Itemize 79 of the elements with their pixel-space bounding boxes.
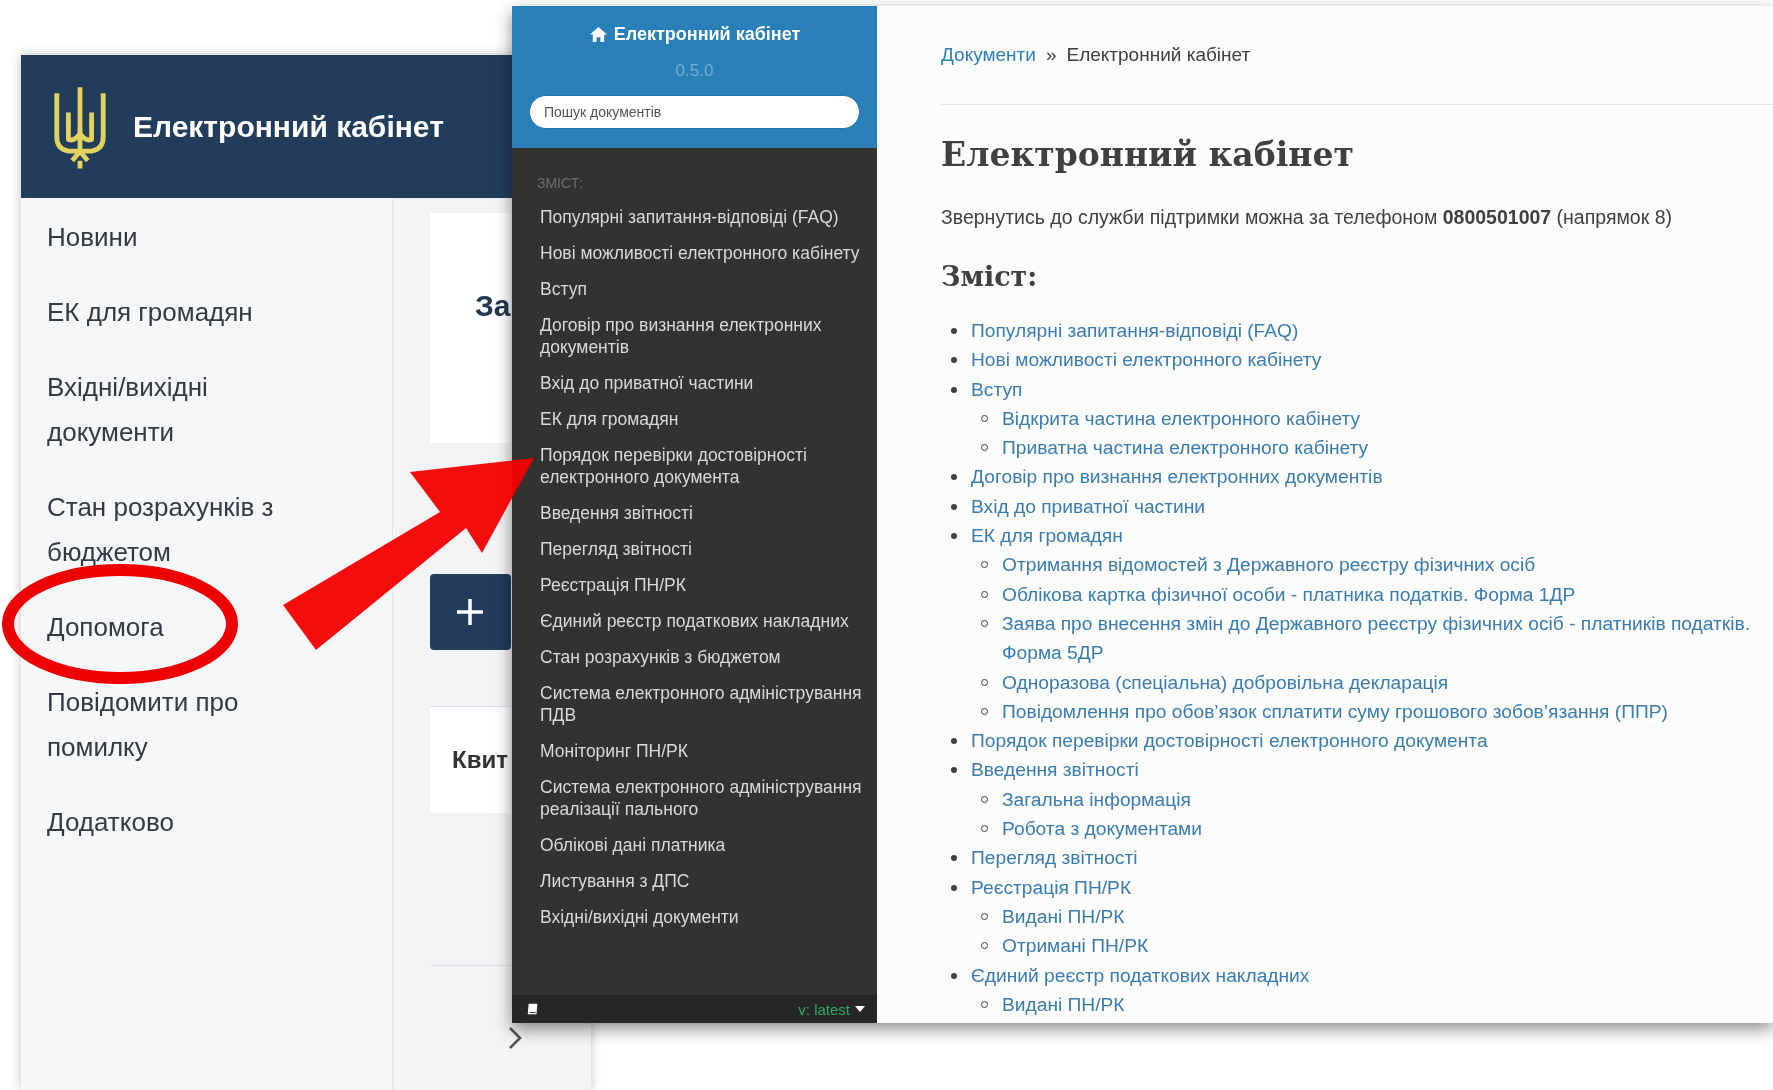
nav-link[interactable]: Нові можливості електронного кабінету [540, 242, 860, 264]
toc-link[interactable]: Робота з документами [1002, 814, 1203, 844]
sidebar-item[interactable]: Додатково [47, 800, 297, 845]
toc-link[interactable]: Отримання відомостей з Державного реєстру фізичних осіб [1002, 550, 1536, 580]
toc-link[interactable]: Договір про визнання електронних документів [971, 462, 1383, 492]
nav-link[interactable]: ЕК для громадян [540, 408, 679, 430]
nav-link[interactable]: Вхідні/вихідні документи [540, 906, 739, 928]
toc-link[interactable]: Видані ПН/РК [1002, 901, 1125, 932]
page-heading: Електронний кабінет [941, 135, 1355, 174]
toc-link[interactable]: Заява про внесення змін до Державного реєстру фізичних осіб - платників податків. Форма 5ДР [1002, 608, 1763, 668]
toc-link[interactable]: Загальна інформація [1002, 784, 1191, 815]
bullet-icon [951, 474, 957, 481]
sidebar-item[interactable]: ЕК для громадян [47, 290, 297, 335]
toc-link[interactable]: ЕК для громадян [971, 521, 1123, 551]
bullet-icon [951, 533, 957, 540]
toc-caption: ЗМІСТ: [536, 175, 585, 193]
breadcrumb-current: Електронний кабінет [1066, 44, 1251, 66]
toc-link[interactable]: Приватна частина електронного кабінету [1002, 433, 1369, 463]
toc-link[interactable]: Перегляд звітності [971, 843, 1138, 873]
toc-link[interactable]: Облікова картка фізичної особи - платника податків. Форма 1ДР [1002, 579, 1576, 609]
breadcrumb-separator: » [1045, 44, 1057, 66]
app-title: Електронний кабінет [133, 109, 444, 144]
sidebar-item[interactable]: Допомога [47, 605, 297, 650]
nav-link[interactable]: Облікові дані платника [540, 834, 726, 856]
bullet-icon [951, 386, 957, 393]
nav-link[interactable]: Листування з ДПС [540, 870, 690, 892]
toc-link[interactable]: Видані ПН/РК [1002, 989, 1125, 1020]
nav-link[interactable]: Єдиний реєстр податкових накладних [540, 610, 849, 632]
plus-icon [455, 597, 485, 627]
nav-link[interactable]: Стан розрахунків з бюджетом [540, 646, 781, 668]
toc-link[interactable]: Введення звітності [971, 755, 1139, 785]
toc-link[interactable]: Реєстрація ПН/РК [971, 872, 1132, 902]
chevron-right-icon[interactable] [508, 1026, 522, 1050]
nav-link[interactable]: Перегляд звітності [540, 538, 692, 560]
toc-link[interactable]: Вхід до приватної частини [971, 491, 1205, 522]
sidebar-item[interactable]: Вхідні/вихідні документи [47, 365, 297, 455]
toc-link[interactable]: Популярні запитання-відповіді (FAQ) [971, 316, 1299, 346]
card-title: За [475, 289, 511, 323]
bullet-icon [951, 503, 957, 510]
caret-icon [855, 1006, 865, 1012]
toc-link[interactable]: Єдиний реєстр податкових накладних [971, 960, 1310, 990]
version-selector[interactable]: v: latest [798, 1000, 865, 1018]
row-label: Квит [452, 746, 508, 774]
nav-link[interactable]: Система електронного адміністрування ПДВ [540, 682, 865, 726]
sidebar-item[interactable]: Стан розрахунків з бюджетом [47, 485, 297, 575]
nav-link[interactable]: Порядок перевірки достовірності електронного документа [540, 444, 865, 488]
section-heading: Зміст: [941, 261, 1039, 292]
docs-title-link[interactable]: Електронний кабінет [613, 24, 801, 45]
sidebar-item[interactable]: Новини [47, 215, 297, 260]
sidebar-item[interactable]: Повідомити про помилку [47, 680, 297, 770]
bullet-icon [951, 357, 957, 364]
nav-link[interactable]: Договір про визнання електронних документів [540, 314, 865, 358]
nav-link[interactable]: Вхід до приватної частини [540, 372, 754, 394]
bullet-icon [951, 738, 957, 745]
bullet-icon [951, 972, 957, 979]
nav-link[interactable]: Популярні запитання-відповіді (FAQ) [540, 206, 839, 228]
toc-link[interactable]: Вступ [971, 374, 1023, 404]
nav-link[interactable]: Система електронного адміністрування реалізації пального [540, 776, 865, 820]
nav-link[interactable]: Введення звітності [540, 502, 693, 524]
intro-text: Звернутись до служби підтримки можна за телефоном 0800501007 (напрямок 8) [941, 206, 1673, 229]
book-icon[interactable] [526, 1002, 540, 1016]
version-label: 0.5.0 [675, 61, 714, 81]
bullet-icon [951, 884, 957, 891]
nav-link[interactable]: Вступ [540, 278, 587, 300]
breadcrumb-link[interactable]: Документи [941, 44, 1036, 66]
add-button[interactable] [430, 574, 511, 650]
bullet-icon [951, 855, 957, 862]
nav-link[interactable]: Моніторинг ПН/РК [540, 740, 688, 762]
bullet-icon [951, 767, 957, 774]
toc-link[interactable]: Одноразова (спеціальна) добровільна декларація [1002, 667, 1449, 697]
home-icon[interactable] [588, 26, 608, 43]
search-field[interactable]: Пошук документів [529, 95, 860, 129]
nav-link[interactable]: Реєстрація ПН/РК [540, 574, 686, 596]
toc-link[interactable]: Отримані ПН/РК [1002, 931, 1149, 961]
toc-link[interactable]: Порядок перевірки достовірності електронного документа [971, 726, 1488, 756]
toc-link[interactable]: Повідомлення про обов’язок сплатити суму грошового зобов’язання (ППР) [1002, 696, 1668, 727]
toc-link[interactable]: Відкрита частина електронного кабінету [1002, 403, 1361, 434]
toc-link[interactable]: Нові можливості електронного кабінету [971, 345, 1322, 375]
bullet-icon [951, 328, 957, 334]
